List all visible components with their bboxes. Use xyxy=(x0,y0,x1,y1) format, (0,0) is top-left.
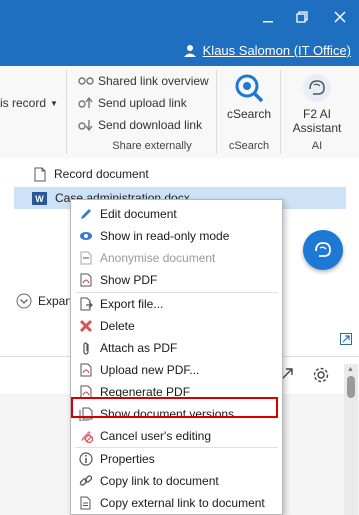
send-upload-link-label: Send upload link xyxy=(98,96,187,110)
menu-item-label: Copy link to document xyxy=(100,473,219,488)
ribbon-separator xyxy=(280,70,281,154)
menu-item-label: Cancel user's editing xyxy=(100,428,212,443)
user-name[interactable]: Klaus Salomon (IT Office) xyxy=(203,43,351,58)
external-link-icon xyxy=(79,496,93,510)
share-externally-group-label: Share externally xyxy=(112,140,192,152)
ai-brain-icon xyxy=(315,242,331,257)
svg-text:W: W xyxy=(35,194,44,204)
send-download-link-label: Send download link xyxy=(98,118,203,132)
cancel-edit-icon xyxy=(79,429,93,443)
menu-item-label: Anonymise document xyxy=(100,250,216,265)
eye-icon xyxy=(79,229,93,243)
csearch-group-label: cSearch xyxy=(228,140,270,152)
menu-item-copy-link[interactable]: Copy link to document xyxy=(71,470,282,491)
link-icon xyxy=(79,474,93,488)
send-upload-link-button[interactable]: Send upload link xyxy=(78,96,187,110)
menu-item-label: Copy external link to document xyxy=(100,495,265,510)
menu-item-label: Show in read-only mode xyxy=(100,228,230,243)
ai-brain-icon xyxy=(303,74,331,102)
title-bar: Klaus Salomon (IT Office) xyxy=(0,0,359,66)
menu-item-edit-document[interactable]: Edit document xyxy=(71,203,282,224)
menu-item-label: Attach as PDF xyxy=(100,340,178,355)
menu-item-read-only[interactable]: Show in read-only mode xyxy=(71,225,282,246)
pdf-icon xyxy=(79,273,93,287)
restore-icon xyxy=(296,11,308,23)
export-icon xyxy=(79,297,93,311)
menu-item-cancel-editing[interactable]: Cancel user's editing xyxy=(71,425,282,446)
restore-button[interactable] xyxy=(292,8,312,28)
menu-item-anonymise[interactable]: Anonymise document xyxy=(71,247,282,268)
menu-item-upload-pdf[interactable]: Upload new PDF... xyxy=(71,359,282,380)
menu-item-attach-pdf[interactable]: Attach as PDF xyxy=(71,337,282,358)
upload-pdf-icon xyxy=(79,363,93,377)
f2-ai-label-line2: Assistant xyxy=(292,121,342,135)
menu-item-label: Properties xyxy=(100,451,155,466)
csearch-button[interactable]: cSearch xyxy=(222,72,276,121)
csearch-label: cSearch xyxy=(226,107,272,121)
user-icon xyxy=(183,44,196,57)
ai-group-label: AI xyxy=(311,140,323,152)
menu-item-label: Upload new PDF... xyxy=(100,362,200,377)
close-button[interactable] xyxy=(330,8,350,28)
menu-item-properties[interactable]: Properties xyxy=(71,448,282,469)
upload-link-icon xyxy=(78,96,93,108)
context-menu: Edit document Show in read-only mode Ano… xyxy=(70,199,283,515)
anonymise-icon xyxy=(79,251,93,265)
menu-item-label: Delete xyxy=(100,318,135,333)
menu-item-label: Export file... xyxy=(100,296,164,311)
paperclip-icon xyxy=(79,341,93,355)
chevron-down-icon: ▼ xyxy=(50,98,58,108)
download-link-icon xyxy=(78,120,93,132)
scroll-up-icon[interactable]: ▲ xyxy=(347,366,354,373)
ai-assistant-fab[interactable] xyxy=(303,230,343,270)
pencil-icon xyxy=(79,207,93,221)
record-document-label: Record document xyxy=(54,167,149,181)
ribbon-partial-label: is record xyxy=(0,96,47,110)
f2-ai-label-line1: F2 AI xyxy=(302,107,331,121)
ribbon: is record ▼ Shared link overview Send up… xyxy=(0,66,359,159)
ribbon-separator xyxy=(66,70,67,154)
user-link[interactable]: Klaus Salomon (IT Office) xyxy=(183,43,351,58)
vertical-scrollbar[interactable]: ▲ xyxy=(344,364,358,515)
minimize-button[interactable] xyxy=(258,8,278,28)
tree-item-record-document[interactable]: Record document xyxy=(34,164,149,184)
ribbon-partial-button[interactable]: is record ▼ xyxy=(0,96,58,110)
send-download-link-button[interactable]: Send download link xyxy=(78,118,202,132)
expand-chevron-icon xyxy=(16,293,32,309)
gear-icon[interactable] xyxy=(312,366,330,387)
menu-item-copy-external-link[interactable]: Copy external link to document xyxy=(71,492,282,513)
minimize-icon xyxy=(263,21,273,23)
delete-icon xyxy=(79,319,93,333)
menu-item-export-file[interactable]: Export file... xyxy=(71,293,282,314)
menu-item-show-pdf[interactable]: Show PDF xyxy=(71,269,282,290)
menu-item-delete[interactable]: Delete xyxy=(71,315,282,336)
highlight-box xyxy=(71,397,278,418)
ribbon-separator xyxy=(216,70,217,154)
menu-item-label: Show PDF xyxy=(100,272,158,287)
shared-link-overview-button[interactable]: Shared link overview xyxy=(78,74,209,88)
document-icon xyxy=(34,167,46,181)
word-file-icon: W xyxy=(32,191,47,205)
popout-icon[interactable] xyxy=(340,333,352,348)
info-icon xyxy=(79,451,93,466)
close-icon xyxy=(334,11,346,23)
csearch-icon xyxy=(235,74,264,103)
shared-link-overview-label: Shared link overview xyxy=(98,74,209,88)
f2-ai-assistant-button[interactable]: F2 AI Assistant xyxy=(286,72,348,135)
scroll-thumb[interactable] xyxy=(347,376,355,398)
share-link-icon xyxy=(78,77,94,85)
menu-item-label: Edit document xyxy=(100,206,177,221)
